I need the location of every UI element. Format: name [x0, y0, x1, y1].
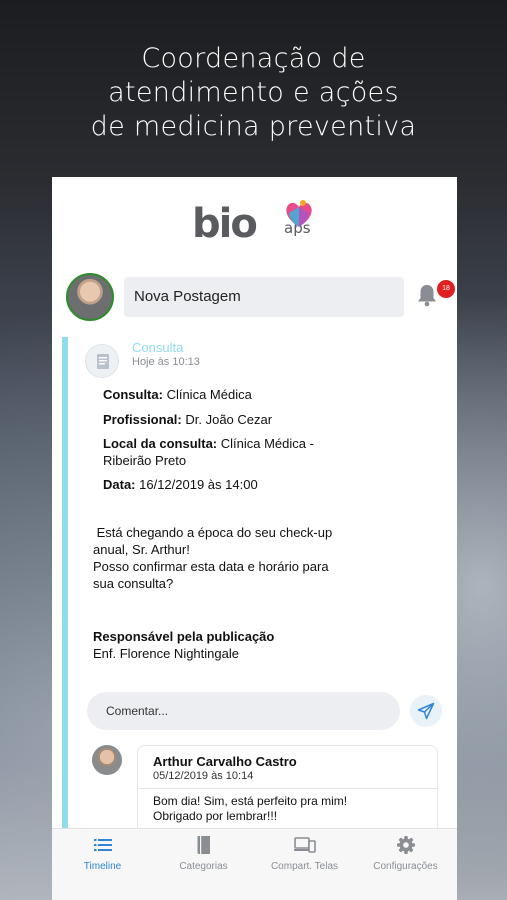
bioaps-logo: bio aps [192, 199, 322, 249]
book-icon [197, 836, 210, 854]
detail-label: Local da consulta: [103, 436, 218, 451]
document-icon [85, 344, 119, 378]
reply-text: Bom dia! Sim, está perfeito pra mim! Obr… [153, 794, 423, 824]
post-card: Consulta Hoje às 10:13 Consulta: Clínica… [62, 337, 447, 845]
post-body-line: Está chegando a época do seu check-up [93, 525, 333, 540]
heart-logo-icon [286, 200, 312, 227]
list-icon [94, 839, 112, 851]
post-body-line: anual, Sr. Arthur! [93, 542, 190, 557]
send-icon [417, 702, 435, 720]
headline-line-2: atendimento e ações [108, 77, 399, 108]
detail-value: Clínica Médica [162, 387, 252, 402]
detail-local: Local da consulta: Clínica Médica - [103, 435, 314, 452]
detail-value: Dr. João Cezar [181, 412, 273, 427]
app-screen: bio aps Nova Postagem 18 Consulta Hoje à… [52, 177, 457, 900]
tab-compart-telas[interactable]: Compart. Telas [254, 829, 355, 879]
detail-profissional: Profissional: Dr. João Cezar [103, 411, 272, 428]
tab-label: Categorias [179, 861, 228, 872]
reply-divider [138, 788, 437, 789]
devices-icon [294, 837, 316, 853]
detail-label: Profissional: [103, 412, 182, 427]
detail-consulta: Consulta: Clínica Médica [103, 386, 252, 403]
detail-label: Data: [103, 477, 136, 492]
compose-row: Nova Postagem 18 [52, 273, 457, 323]
post-body: Está chegando a época do seu check-up an… [93, 524, 393, 592]
detail-value: Clínica Médica - [217, 436, 314, 451]
reply-text-line: Obrigado por lembrar!!! [153, 809, 278, 823]
tab-timeline[interactable]: Timeline [52, 829, 153, 879]
user-avatar[interactable] [66, 273, 114, 321]
post-body-line: sua consulta? [93, 576, 174, 591]
tab-label: Timeline [83, 861, 122, 872]
post-time: Hoje às 10:13 [132, 356, 200, 368]
detail-label: Consulta: [103, 387, 163, 402]
tab-bar: Timeline Categorias Compart. Telas Confi… [52, 828, 457, 900]
reply-author: Arthur Carvalho Castro [153, 754, 297, 769]
tab-label: Configurações [373, 861, 438, 872]
bell-icon[interactable] [416, 283, 438, 307]
detail-data: Data: 16/12/2019 às 14:00 [103, 476, 258, 493]
logo-text: bio [192, 201, 258, 247]
responsible-name: Enf. Florence Nightingale [93, 646, 239, 661]
post-type: Consulta [132, 340, 184, 355]
tab-categorias[interactable]: Categorias [153, 829, 254, 879]
headline: Coordenação de atendimento e ações de me… [0, 42, 507, 144]
reply-avatar[interactable] [92, 745, 122, 775]
reply-text-line: Bom dia! Sim, está perfeito pra mim! [153, 794, 348, 808]
send-button[interactable] [410, 695, 442, 727]
tab-label: Compart. Telas [270, 861, 339, 872]
comment-input[interactable]: Comentar... [87, 692, 400, 730]
responsible-title: Responsável pela publicação [93, 629, 275, 644]
detail-value: 16/12/2019 às 14:00 [135, 477, 258, 492]
reply-date: 05/12/2019 às 10:14 [153, 770, 254, 782]
headline-line-1: Coordenação de [141, 43, 366, 74]
gear-icon [397, 836, 415, 854]
post-body-line: Posso confirmar esta data e horário para [93, 559, 329, 574]
detail-local-continued: Ribeirão Preto [103, 452, 186, 469]
detail-value: Ribeirão Preto [103, 453, 187, 468]
headline-line-3: de medicina preventiva [90, 111, 417, 142]
notification-badge: 18 [437, 280, 455, 298]
tab-configuracoes[interactable]: Configurações [355, 829, 456, 879]
new-post-button[interactable]: Nova Postagem [124, 277, 404, 317]
